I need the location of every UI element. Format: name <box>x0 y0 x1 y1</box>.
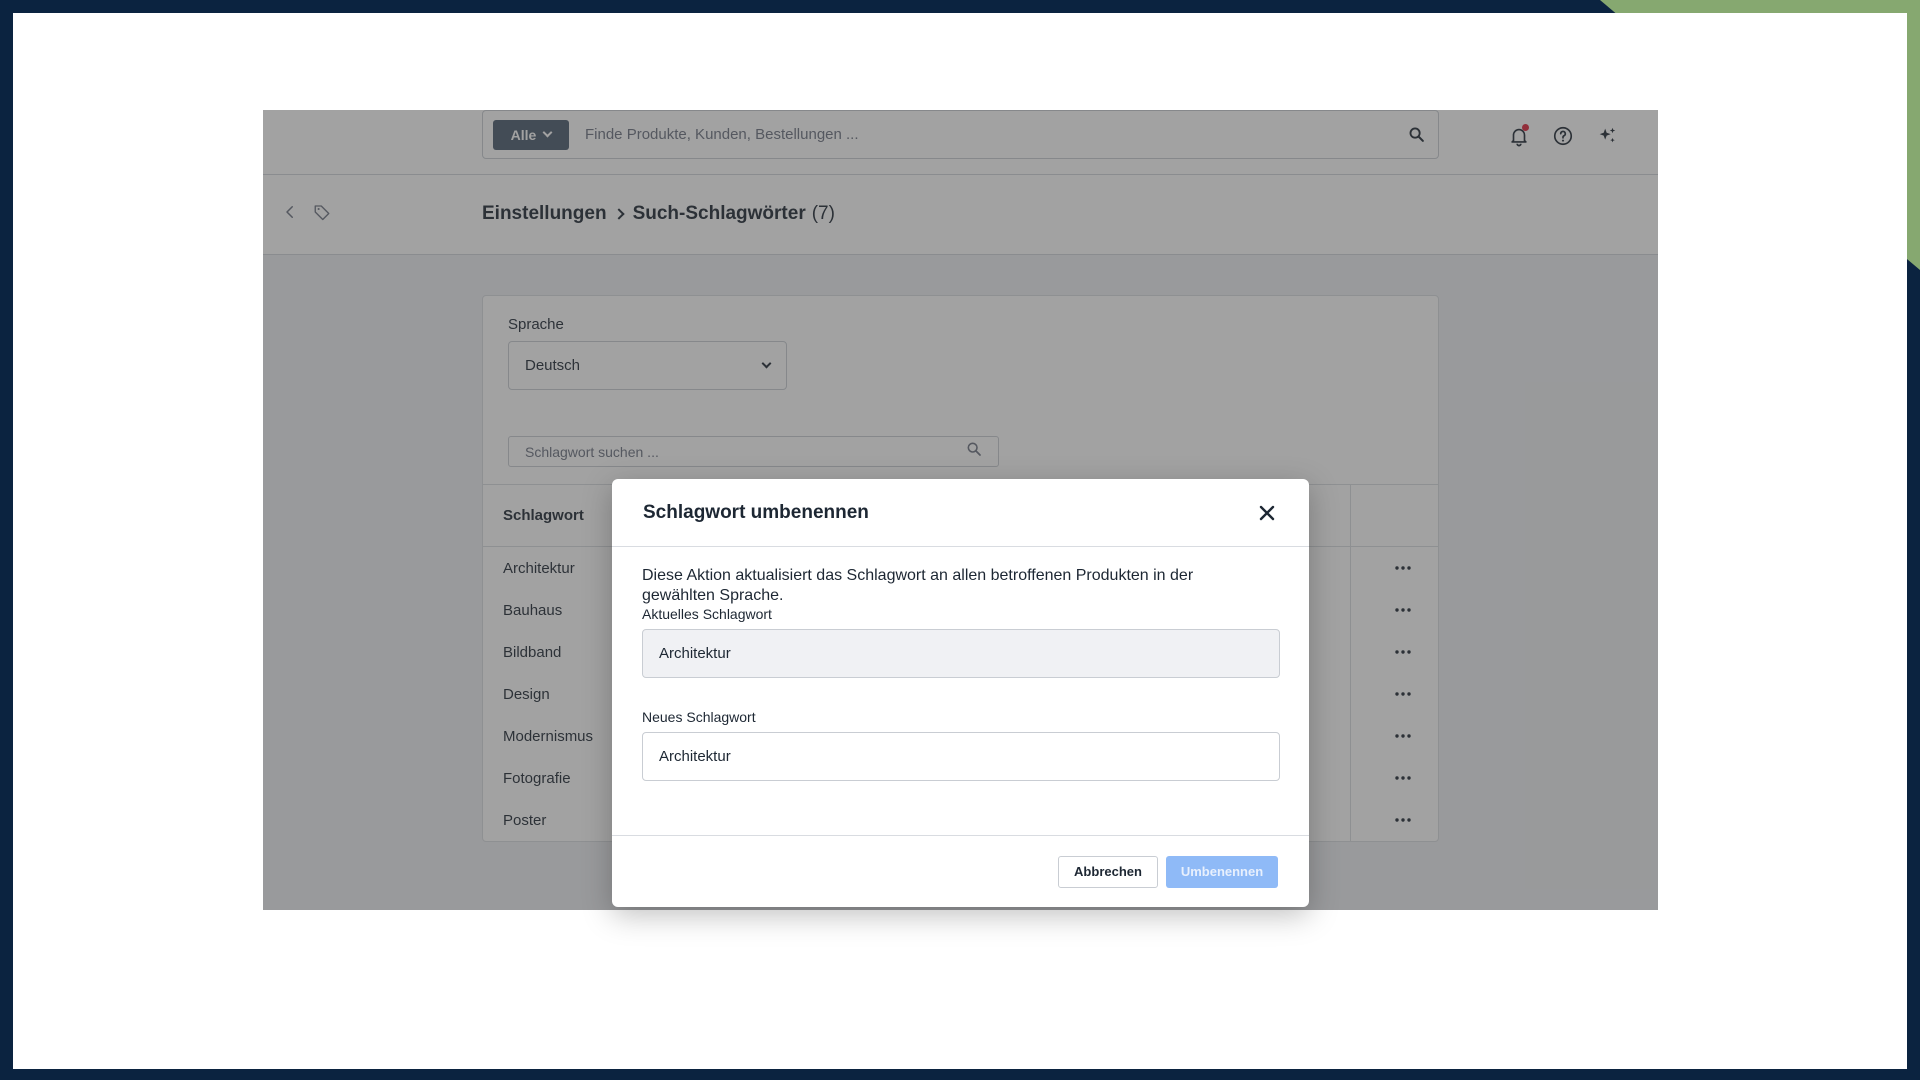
rename-button[interactable]: Umbenennen <box>1166 855 1278 888</box>
current-keyword-label: Aktuelles Schlagwort <box>642 606 772 622</box>
current-keyword-field: Architektur <box>642 629 1280 678</box>
new-keyword-input[interactable] <box>659 748 1263 765</box>
dialog-footer: Abbrechen Umbenennen <box>612 835 1309 907</box>
dialog-title: Schlagwort umbenennen <box>643 501 869 523</box>
current-keyword-value: Architektur <box>659 645 731 662</box>
dialog-body: Diese Aktion aktualisiert das Schlagwort… <box>612 547 1309 781</box>
new-keyword-field[interactable] <box>642 732 1280 781</box>
dialog-description: Diese Aktion aktualisiert das Schlagwort… <box>642 567 1194 604</box>
close-icon[interactable] <box>1255 501 1279 525</box>
cancel-button[interactable]: Abbrechen <box>1058 855 1158 888</box>
new-keyword-label: Neues Schlagwort <box>642 709 756 725</box>
dialog-header: Schlagwort umbenennen <box>612 479 1309 547</box>
rename-keyword-dialog: Schlagwort umbenennen Diese Aktion aktua… <box>612 479 1309 907</box>
